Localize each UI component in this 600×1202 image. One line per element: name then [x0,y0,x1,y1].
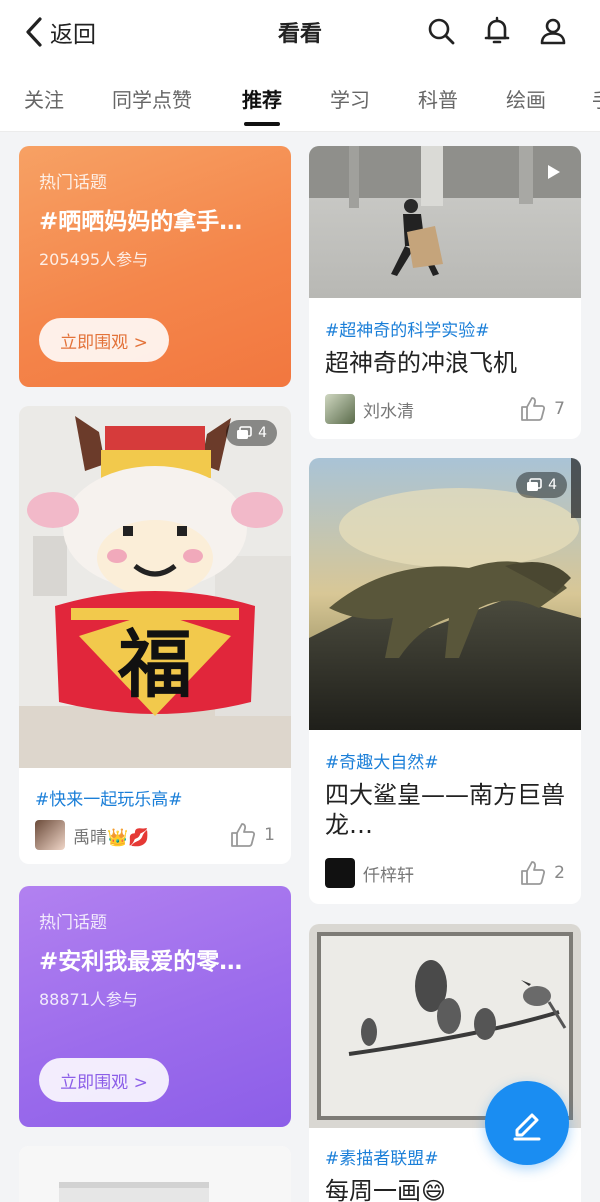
chevron-left-icon [26,17,42,47]
like-button[interactable]: 2 [520,860,565,886]
tab-study[interactable]: 学习 [330,84,370,113]
author-name: 刘水清 [363,401,414,422]
post-hashtag[interactable]: #快来一起玩乐高# [35,785,183,810]
bell-icon[interactable] [482,16,512,46]
post-hashtag[interactable]: #素描者联盟# [325,1144,439,1169]
topic-participants: 205495人参与 [39,250,149,269]
search-icon[interactable] [426,16,456,46]
post-image-dinosaur [309,458,581,730]
thumbs-up-icon [521,861,546,885]
post-card[interactable]: #超神奇的科学实验# 超神奇的冲浪飞机 刘水清 7 [309,146,581,439]
top-bar: 返回 看看 [0,0,600,64]
category-tabs: 关注 同学点赞 推荐 学习 科普 绘画 手 [0,64,600,132]
gallery-icon [237,426,252,439]
image-count: 4 [548,477,557,493]
topic-participants: 88871人参与 [39,990,138,1009]
post-card[interactable]: 4 #奇趣大自然# 四大鲨皇——南方巨兽龙… 仟梓轩 2 [309,458,581,904]
topic-kicker: 热门话题 [39,173,107,193]
topic-kicker: 热门话题 [39,913,107,933]
like-button[interactable]: 1 [230,822,275,848]
back-label: 返回 [50,22,96,48]
hot-topic-card[interactable]: 热门话题 #晒晒妈妈的拿手… 205495人参与 立即围观 > [19,146,291,387]
tab-science[interactable]: 科普 [418,84,458,113]
author-name: 仟梓轩 [363,865,414,886]
thumbs-up-icon [521,397,546,421]
image-count-badge: 4 [226,420,277,446]
post-video-plane [309,146,581,298]
gallery-icon [527,478,542,491]
like-button[interactable]: 7 [520,396,565,422]
post-author[interactable]: 禹晴👑💋 [35,820,149,850]
active-tab-indicator [244,122,280,126]
post-title: 四大鲨皇——南方巨兽龙… [325,781,565,839]
tab-classmate-likes[interactable]: 同学点赞 [112,84,192,113]
svg-text:福: 福 [117,622,192,708]
author-name: 禹晴👑💋 [73,827,150,848]
post-image [19,1146,291,1202]
post-author[interactable]: 仟梓轩 [325,858,414,888]
tab-handcraft[interactable]: 手 [592,84,600,113]
post-card[interactable]: 福 4 #快来一起玩乐高# 禹晴👑💋 1 [19,406,291,864]
watch-now-button[interactable]: 立即围观 > [39,318,169,362]
avatar [325,858,355,888]
video-play-icon [548,165,560,179]
compose-button[interactable] [485,1081,569,1165]
hot-topic-card[interactable]: 热门话题 #安利我最爱的零… 88871人参与 立即围观 > [19,886,291,1127]
post-hashtag[interactable]: #奇趣大自然# [325,748,439,773]
like-count: 2 [554,863,565,883]
user-icon[interactable] [538,16,568,46]
post-title: 超神奇的冲浪飞机 [325,349,517,377]
avatar [325,394,355,424]
post-image-lego: 福 [19,406,291,768]
like-count: 1 [264,825,275,845]
tab-recommended[interactable]: 推荐 [242,84,282,113]
thumbs-up-icon [231,823,256,847]
post-card[interactable] [19,1146,291,1202]
post-hashtag[interactable]: #超神奇的科学实验# [325,316,490,341]
topic-title: #安利我最爱的零… [39,949,243,975]
image-count-badge: 4 [516,472,567,498]
tab-drawing[interactable]: 绘画 [506,84,546,113]
avatar [35,820,65,850]
back-button[interactable]: 返回 [24,14,96,50]
post-author[interactable]: 刘水清 [325,394,414,424]
image-count: 4 [258,425,267,441]
topic-title: #晒晒妈妈的拿手… [39,209,243,235]
tab-follow[interactable]: 关注 [24,84,64,113]
post-title: 每周一画😄 [325,1177,447,1202]
pencil-icon [513,1113,541,1141]
like-count: 7 [554,399,565,419]
watch-now-button[interactable]: 立即围观 > [39,1058,169,1102]
